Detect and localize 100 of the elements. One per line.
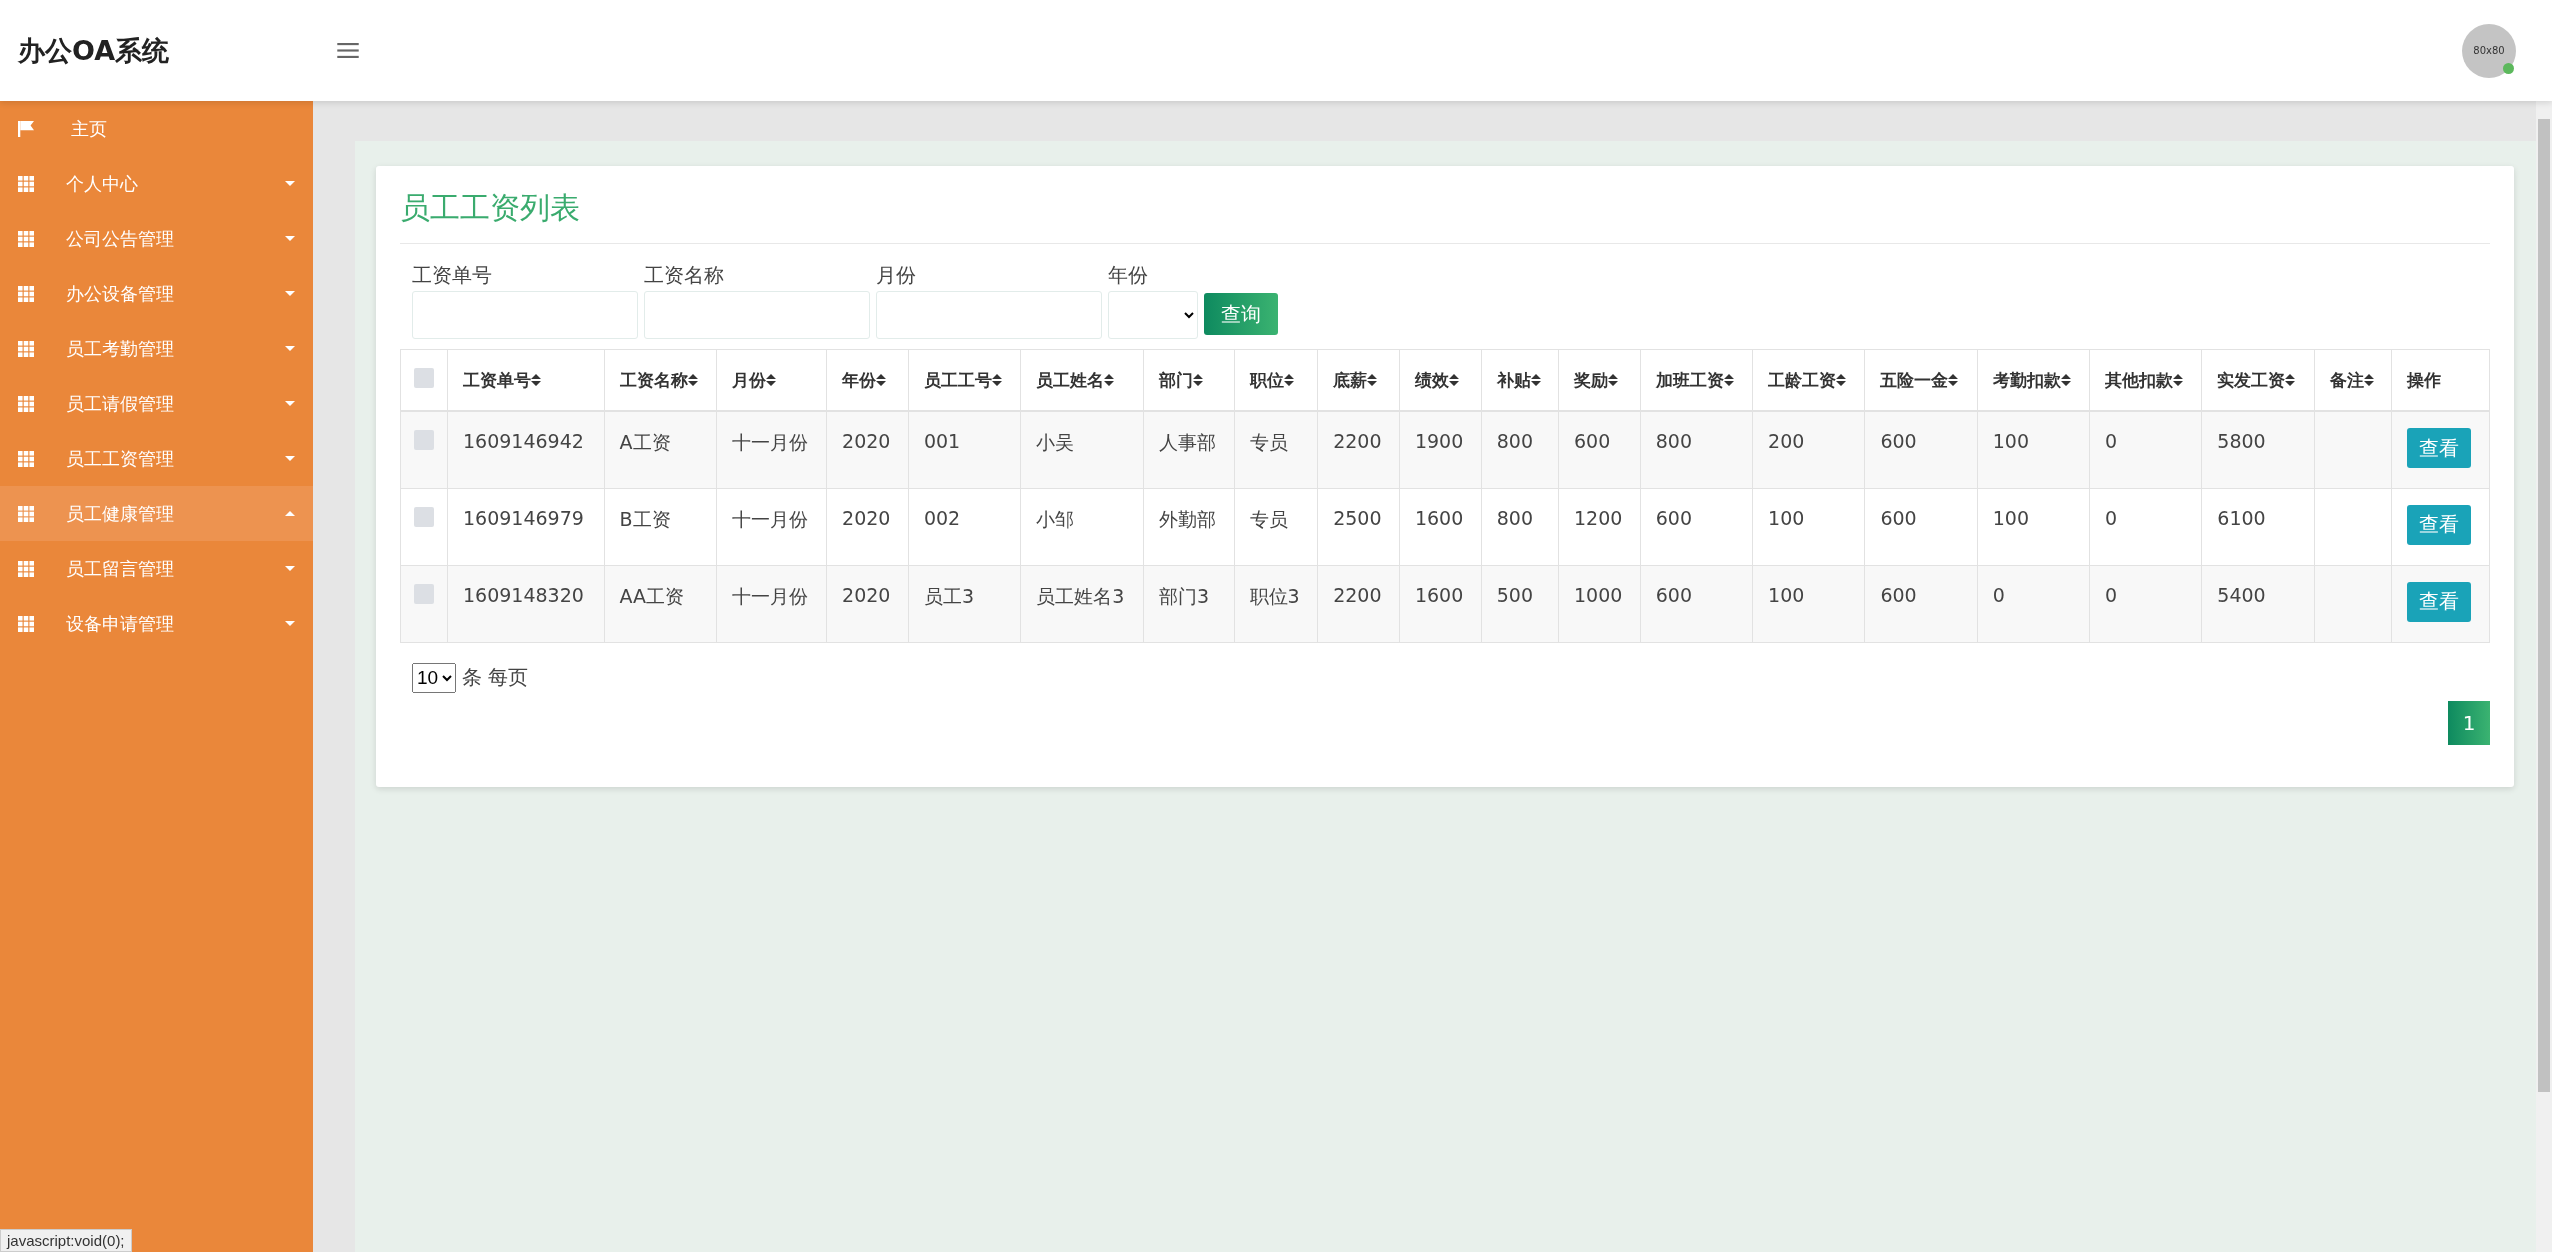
panel-title: 员工工资列表 [400,188,2490,244]
sidebar-item-label: 个人中心 [66,171,139,196]
table-cell: 员工姓名3 [1020,565,1144,642]
input-field[interactable] [644,291,870,339]
table-cell: 600 [1864,565,1978,642]
table-cell: 小邹 [1020,488,1144,565]
table-cell: 800 [1640,411,1753,488]
checkbox[interactable] [414,430,434,450]
table-cell: 十一月份 [716,565,827,642]
table-cell: 1600 [1399,488,1482,565]
grid-icon [18,285,34,302]
search-button[interactable]: 查询 [1204,293,1278,335]
table-cell: 外勤部 [1143,488,1235,565]
filter-label: 工资单号 [412,262,493,289]
checkbox[interactable] [414,368,434,388]
menu-icon[interactable] [337,43,359,58]
avatar[interactable]: 80x80 [2462,23,2516,78]
table-cell: 1609148320 [447,565,604,642]
grid-icon [18,230,34,247]
table-cell: AA工资 [604,565,717,642]
table-cell: 600 [1864,488,1978,565]
table-cell: 部门3 [1143,565,1235,642]
table-cell: 1200 [1558,488,1641,565]
page-size-select[interactable]: 10 [412,662,456,693]
table-cell: 2020 [826,411,909,488]
input-field[interactable] [412,291,638,339]
table-cell: 100 [1977,411,2090,488]
table-cell: B工资 [604,488,717,565]
status-tooltip: javascript:void(0); [0,1229,132,1252]
table-cell: 1000 [1558,565,1641,642]
table-cell: A工资 [604,411,717,488]
table-cell: 0 [2089,565,2202,642]
sidebar-item-label: 员工考勤管理 [66,336,175,361]
table-cell: 5800 [2201,411,2315,488]
sort-icon[interactable] [2173,374,2183,386]
scrollbar-thumb[interactable] [2538,119,2550,1092]
table-cell: 1609146942 [447,411,604,488]
table-cell: 100 [1752,565,1865,642]
table-cell: 600 [1558,411,1641,488]
table-cell: 200 [1752,411,1865,488]
table-cell: 人事部 [1143,411,1235,488]
table-cell: 1609146979 [447,488,604,565]
sort-icon[interactable] [1530,374,1541,386]
input-field[interactable] [876,291,1102,339]
table-cell: 100 [1752,488,1865,565]
table-cell: 600 [1640,488,1753,565]
grid-icon [18,560,34,577]
table-cell: 十一月份 [716,488,827,565]
table-cell: 600 [1640,565,1753,642]
table-cell: 2020 [826,565,909,642]
scrollbar[interactable] [2536,101,2552,1252]
sort-icon[interactable] [1948,374,1959,386]
sidebar-item-label: 员工留言管理 [66,556,175,581]
sort-icon[interactable] [1367,374,1378,386]
sort-icon[interactable] [687,374,698,386]
table-cell: 专员 [1234,411,1318,488]
table-cell: 0 [2089,488,2202,565]
sidebar-item-label: 员工请假管理 [66,391,175,416]
table-cell: 专员 [1234,488,1318,565]
sort-icon[interactable] [765,374,776,386]
sort-icon[interactable] [1723,374,1734,386]
grid-icon [18,175,34,192]
sidebar-item-label: 设备申请管理 [66,611,175,636]
table-cell: 800 [1481,411,1559,488]
sort-icon[interactable] [531,374,541,386]
checkbox[interactable] [414,506,434,527]
sort-icon[interactable] [1608,374,1618,386]
table-cell: 6100 [2201,488,2315,565]
sort-icon[interactable] [1836,374,1847,386]
table-cell: 2020 [826,488,909,565]
sidebar-item-label: 员工健康管理 [66,501,175,526]
table-cell: 500 [1481,565,1559,642]
grid-icon [18,340,34,357]
grid-icon [18,395,34,412]
table-cell: 1600 [1399,565,1482,642]
sort-icon[interactable] [876,374,887,386]
table-cell: 十一月份 [716,411,827,488]
sort-icon[interactable] [1283,374,1294,386]
grid-icon [18,615,34,632]
filter-label: 年份 [1108,262,1149,289]
table-cell: 5400 [2201,565,2315,642]
table-cell: 001 [908,411,1021,488]
sidebar-item-label: 员工工资管理 [66,446,175,471]
page-size-label: 条 每页 [462,664,529,691]
sidebar-item-label: 办公设备管理 [66,281,175,306]
sort-icon[interactable] [2363,374,2374,386]
table-cell: 小吴 [1020,411,1144,488]
table-cell: 2200 [1317,565,1400,642]
table-cell: 职位3 [1234,565,1318,642]
flag-icon [18,120,34,137]
table-cell: 2500 [1317,488,1400,565]
sort-icon[interactable] [1192,374,1203,386]
sort-icon[interactable] [2285,374,2296,386]
checkbox[interactable] [414,583,434,604]
sort-icon[interactable] [991,374,1002,386]
sort-icon[interactable] [1104,374,1115,386]
sort-icon[interactable] [1448,374,1459,386]
table-cell: 0 [1977,565,2090,642]
sort-icon[interactable] [2060,374,2071,386]
table-cell: 800 [1481,488,1559,565]
